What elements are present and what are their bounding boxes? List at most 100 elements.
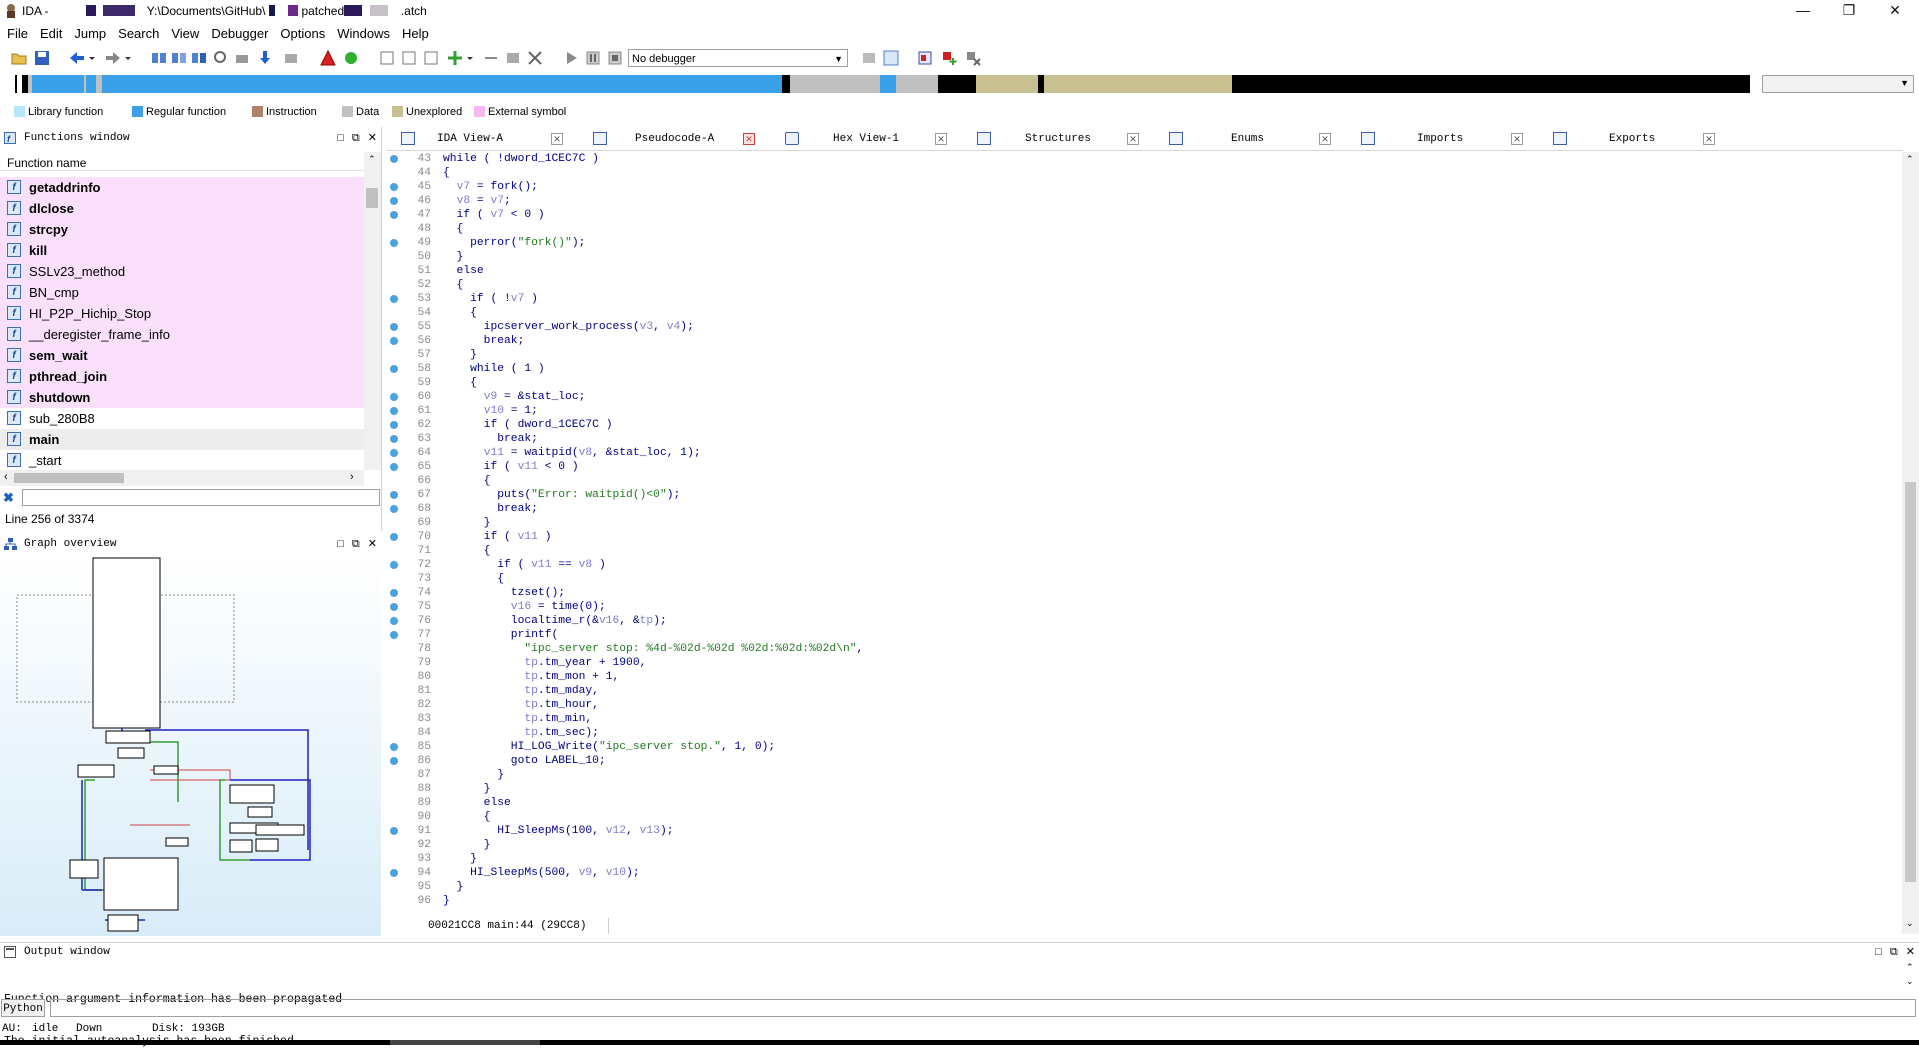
analyze-icon[interactable] (319, 49, 337, 67)
breakpoint-dot-icon[interactable] (390, 435, 398, 443)
close-icon[interactable]: ✕ (551, 133, 563, 145)
open-folder-icon[interactable] (10, 49, 28, 67)
close-icon[interactable]: ✕ (1906, 946, 1915, 958)
float-icon[interactable]: ⧉ (352, 538, 360, 550)
delete-icon[interactable] (526, 49, 544, 67)
breakpoint-dot-icon[interactable] (390, 239, 398, 247)
graph-icon[interactable] (504, 49, 522, 67)
code-line[interactable]: 77 printf( (387, 628, 1887, 642)
code-line[interactable]: 57 } (387, 348, 1887, 362)
breakpoint-dot-icon[interactable] (390, 337, 398, 345)
function-row[interactable]: f HI_P2P_Hichip_Stop (0, 303, 364, 324)
close-icon[interactable]: ✕ (935, 133, 947, 145)
function-row-selected[interactable]: f main (0, 429, 364, 450)
code-line[interactable]: 49 perror("fork()"); (387, 236, 1887, 250)
code-line[interactable]: 53 if ( !v7 ) (387, 292, 1887, 306)
code-line[interactable]: 82 tp.tm_hour, (387, 698, 1887, 712)
breakpoint-dot-icon[interactable] (390, 603, 398, 611)
output-scrollbar[interactable]: ⌃ ⌄ (1902, 962, 1919, 992)
close-icon[interactable]: ✕ (1511, 133, 1523, 145)
save-icon[interactable] (33, 49, 51, 67)
breakpoint-dot-icon[interactable] (390, 323, 398, 331)
code-line[interactable]: 43 while ( !dword_1CEC7C ) (387, 152, 1887, 166)
python-language-button[interactable]: Python (1, 999, 45, 1017)
command-input[interactable] (50, 999, 1916, 1017)
structure-icon[interactable] (422, 49, 440, 67)
close-icon[interactable]: ✕ (1703, 133, 1715, 145)
menu-view[interactable]: View (166, 24, 204, 44)
breakpoint-dot-icon[interactable] (390, 827, 398, 835)
breakpoint-dot-icon[interactable] (390, 491, 398, 499)
menu-search[interactable]: Search (113, 24, 164, 44)
scroll-thumb[interactable] (366, 188, 378, 208)
clear-filter-icon[interactable]: ✖ (3, 490, 14, 506)
breakpoint-dot-icon[interactable] (390, 295, 398, 303)
breakpoint-dot-icon[interactable] (390, 631, 398, 639)
tab-exports[interactable]: Exports ✕ (1539, 129, 1719, 149)
pseudocode-lines[interactable]: 43 while ( !dword_1CEC7C ) 44 {45 v7 = fork… (387, 152, 1897, 914)
code-line[interactable]: 64 v11 = waitpid(v8, &stat_loc, 1); (387, 446, 1887, 460)
attach-icon[interactable] (882, 49, 900, 67)
code-line[interactable]: 79 tp.tm_year + 1900, (387, 656, 1887, 670)
breakpoint-dot-icon[interactable] (390, 561, 398, 569)
code-line[interactable]: 95 } (387, 880, 1887, 894)
breakpoint-list-icon[interactable] (916, 49, 934, 67)
close-window-button[interactable]: ✕ (1872, 0, 1918, 22)
code-line[interactable]: 91 HI_SleepMs(100, v12, v13); (387, 824, 1887, 838)
code-line[interactable]: 87 } (387, 768, 1887, 782)
hscroll-thumb[interactable] (14, 473, 124, 483)
functions-hscrollbar[interactable]: ‹ › (0, 470, 364, 486)
breakpoint-dot-icon[interactable] (390, 533, 398, 541)
functions-filter-input[interactable] (22, 489, 380, 506)
code-line[interactable]: 73 { (387, 572, 1887, 586)
scroll-left-icon[interactable]: ‹ (4, 471, 8, 483)
edit-function-icon[interactable] (400, 49, 418, 67)
menu-edit[interactable]: Edit (35, 24, 67, 44)
back-arrow-icon[interactable] (68, 49, 96, 67)
code-line[interactable]: 54 { (387, 306, 1887, 320)
tab-hex-view-1[interactable]: Hex View-1 ✕ (771, 129, 951, 149)
delete-breakpoint-icon[interactable] (964, 49, 982, 67)
pointer-icon[interactable] (482, 49, 500, 67)
code-line[interactable]: 51 else (387, 264, 1887, 278)
tab-pseudocode-a[interactable]: Pseudocode-A ✕ (579, 129, 759, 149)
debug-options-icon[interactable] (860, 49, 878, 67)
breakpoint-dot-icon[interactable] (390, 743, 398, 751)
code-line[interactable]: 47 if ( v7 < 0 ) (387, 208, 1887, 222)
function-row[interactable]: f pthread_join (0, 366, 364, 387)
tab-imports[interactable]: Imports ✕ (1347, 129, 1527, 149)
function-row[interactable]: f __deregister_frame_info (0, 324, 364, 345)
stop-icon[interactable] (606, 49, 624, 67)
binary-search-icon[interactable] (150, 49, 168, 67)
start-debug-icon[interactable] (562, 49, 580, 67)
nav-band-select[interactable]: ▼ (1762, 75, 1914, 93)
code-line[interactable]: 56 break; (387, 334, 1887, 348)
function-row[interactable]: f getaddrinfo (0, 177, 364, 198)
breakpoint-dot-icon[interactable] (390, 757, 398, 765)
code-line[interactable]: 67 puts("Error: waitpid()<0"); (387, 488, 1887, 502)
scroll-down-icon[interactable]: ⌄ (1906, 976, 1914, 987)
code-line[interactable]: 80 tp.tm_mon + 1, (387, 670, 1887, 684)
function-row[interactable]: f strcpy (0, 219, 364, 240)
code-line[interactable]: 66 { (387, 474, 1887, 488)
scroll-right-icon[interactable]: › (350, 471, 354, 483)
tab-structures[interactable]: Structures ✕ (963, 129, 1143, 149)
code-line[interactable]: 52 { (387, 278, 1887, 292)
breakpoint-dot-icon[interactable] (390, 155, 398, 163)
breakpoint-dot-icon[interactable] (390, 617, 398, 625)
create-function-icon[interactable] (378, 49, 396, 67)
functions-column-header[interactable]: Function name (0, 152, 364, 171)
menu-options[interactable]: Options (275, 24, 330, 44)
code-line[interactable]: 81 tp.tm_mday, (387, 684, 1887, 698)
scroll-up-icon[interactable]: ⌃ (1906, 154, 1914, 165)
add-breakpoint-icon[interactable] (940, 49, 958, 67)
menu-file[interactable]: File (2, 24, 33, 44)
code-line[interactable]: 86 goto LABEL_10; (387, 754, 1887, 768)
close-icon[interactable]: ✕ (1319, 133, 1331, 145)
code-line[interactable]: 96} (387, 894, 1887, 908)
tab-ida-view-a[interactable]: IDA View-A ✕ (387, 129, 567, 149)
menu-debugger[interactable]: Debugger (206, 24, 273, 44)
code-line[interactable]: 55 ipcserver_work_process(v3, v4); (387, 320, 1887, 334)
code-line[interactable]: 60 v9 = &stat_loc; (387, 390, 1887, 404)
function-row[interactable]: f shutdown (0, 387, 364, 408)
